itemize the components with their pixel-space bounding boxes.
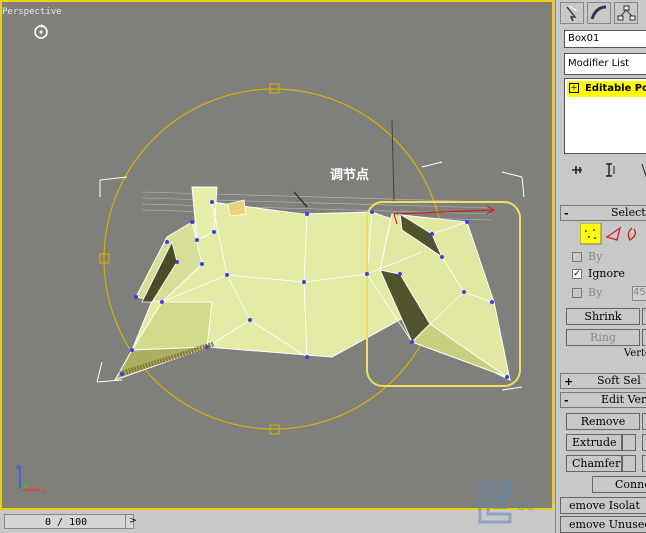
by-vertex-label: By bbox=[588, 250, 603, 263]
svg-text:CG: CG bbox=[516, 499, 535, 514]
expand-icon[interactable]: + bbox=[569, 83, 579, 93]
modifier-stack: Editable Po + bbox=[564, 78, 646, 154]
object-name-field[interactable]: Box01 bbox=[564, 30, 646, 48]
chamfer-settings-icon[interactable] bbox=[622, 455, 636, 472]
select-icon bbox=[566, 5, 578, 22]
edit-vertices-rollout-header[interactable]: - Edit Ver bbox=[560, 392, 646, 408]
modifier-list-dropdown[interactable]: Modifier List bbox=[564, 53, 646, 75]
collapse-sign: - bbox=[564, 207, 569, 220]
extrude-settings-icon[interactable] bbox=[622, 434, 636, 451]
border-mode-icon[interactable] bbox=[627, 227, 636, 241]
connect-button[interactable]: Conne bbox=[592, 476, 646, 493]
svg-text:x: x bbox=[41, 487, 45, 495]
svg-text:z: z bbox=[16, 463, 20, 471]
remove-unused-button[interactable]: emove Unused bbox=[560, 516, 646, 533]
watermark-logo: CG bbox=[478, 482, 535, 524]
show-end-result-icon[interactable] bbox=[606, 163, 615, 177]
ring-button[interactable]: Ring bbox=[566, 329, 640, 346]
ignore-backfacing-label: Ignore bbox=[588, 267, 625, 280]
expand-sign: + bbox=[564, 375, 574, 388]
scene-geometry[interactable] bbox=[2, 2, 554, 510]
axis-tripod-icon: z x bbox=[16, 463, 45, 495]
time-slider[interactable]: 0 / 100 > bbox=[4, 514, 137, 529]
remove-isolated-button[interactable]: emove Isolat bbox=[560, 497, 646, 514]
selection-status: Verte bbox=[624, 348, 646, 359]
hierarchy-icon bbox=[617, 5, 636, 21]
grow-button[interactable] bbox=[642, 308, 646, 325]
target-weld-button[interactable] bbox=[642, 455, 646, 472]
callout-adjust-points: 调节点 bbox=[330, 168, 370, 183]
time-slider-bar: 0 / 100 > bbox=[0, 512, 554, 533]
break-button[interactable] bbox=[642, 413, 646, 430]
pin-stack-icon[interactable] bbox=[572, 166, 582, 174]
next-frame-button[interactable]: > bbox=[125, 515, 140, 528]
modify-icon bbox=[590, 5, 607, 20]
command-panel: Box01 Modifier List Editable Po + - Sele… bbox=[555, 0, 646, 533]
make-unique-icon[interactable] bbox=[641, 163, 646, 178]
perspective-viewport[interactable]: Perspective 调节点 z x bbox=[0, 0, 554, 510]
loop-button[interactable] bbox=[642, 329, 646, 346]
extrude-button[interactable]: Extrude bbox=[566, 434, 622, 451]
stack-toolbar bbox=[564, 160, 646, 180]
by-angle-checkbox[interactable] bbox=[572, 288, 582, 298]
rollout-title: Edit Ver bbox=[601, 393, 646, 406]
hierarchy-tab[interactable] bbox=[614, 2, 638, 24]
frame-counter: 0 / 100 bbox=[45, 517, 88, 528]
rollout-title: Soft Sel bbox=[597, 374, 641, 387]
chamfer-button[interactable]: Chamfer bbox=[566, 455, 622, 472]
rollout-title: Select bbox=[611, 206, 646, 219]
stack-item-label: Editable Po bbox=[585, 83, 646, 94]
vertex-mode-icon[interactable] bbox=[580, 223, 602, 245]
by-vertex-checkbox[interactable] bbox=[572, 252, 582, 262]
remove-button[interactable]: Remove bbox=[566, 413, 640, 430]
mesh-body bbox=[113, 186, 511, 381]
by-angle-label: By bbox=[588, 286, 603, 299]
collapse-sign: - bbox=[564, 394, 569, 407]
edge-mode-icon[interactable] bbox=[605, 226, 622, 241]
modify-tab[interactable] bbox=[587, 2, 611, 24]
shrink-button[interactable]: Shrink bbox=[566, 308, 640, 325]
weld-button[interactable] bbox=[642, 434, 646, 451]
selection-rollout-header[interactable]: - Select bbox=[560, 205, 646, 221]
soft-selection-rollout-header[interactable]: + Soft Sel bbox=[560, 373, 646, 389]
create-tab[interactable] bbox=[560, 2, 584, 24]
ignore-backfacing-checkbox[interactable]: ✓ bbox=[572, 269, 582, 279]
angle-spinner[interactable]: 45 bbox=[632, 286, 646, 301]
subobject-toolbar bbox=[580, 223, 636, 245]
